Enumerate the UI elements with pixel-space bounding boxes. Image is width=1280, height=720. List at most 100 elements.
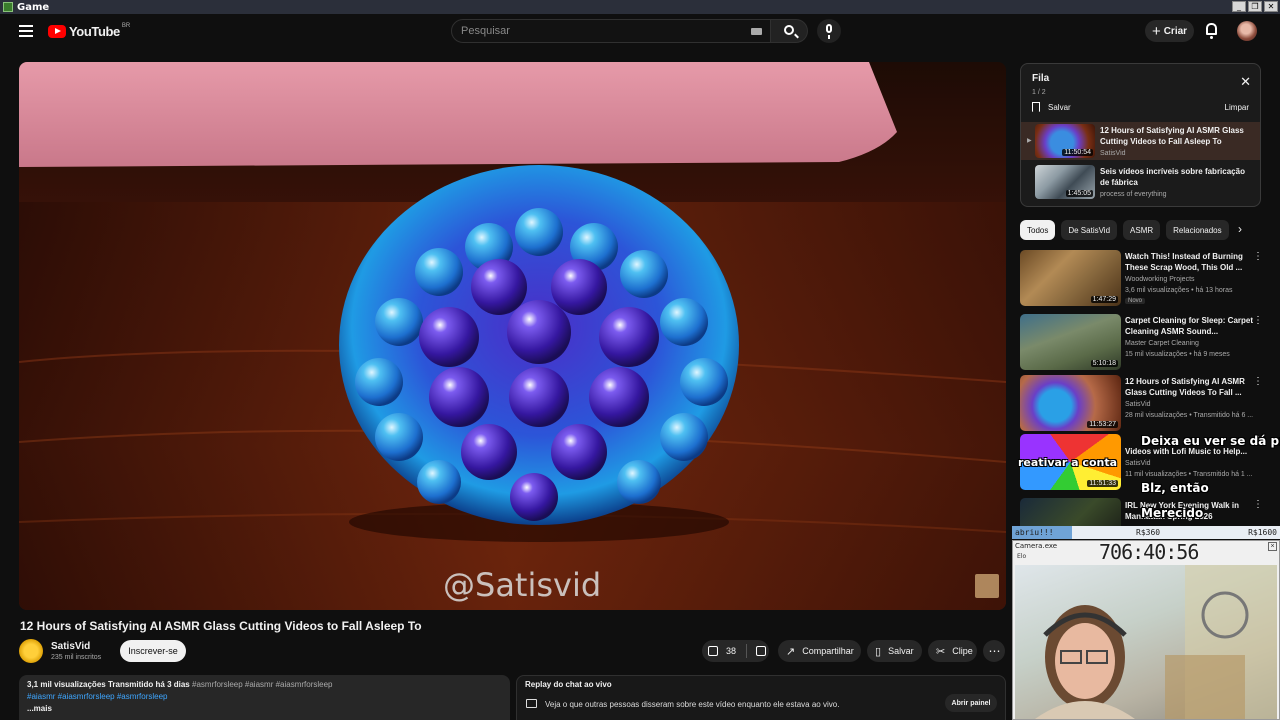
more-actions-button[interactable]: ⋯ bbox=[983, 640, 1005, 662]
app-icon bbox=[3, 2, 13, 12]
duration-badge: 11:51:33 bbox=[1087, 480, 1118, 487]
queue-item[interactable]: 1:45:05 Seis vídeos incríveis sobre fabr… bbox=[1021, 163, 1260, 201]
close-icon[interactable]: × bbox=[1268, 542, 1277, 551]
queue-thumbnail: 1:45:05 bbox=[1035, 165, 1095, 199]
bookmark-icon bbox=[1032, 102, 1040, 112]
open-panel-button[interactable]: Abrir painel bbox=[945, 694, 997, 712]
new-badge: Novo bbox=[1125, 298, 1146, 304]
microphone-icon bbox=[826, 24, 832, 39]
recommendation-meta: 3,6 mil visualizações • há 13 horas bbox=[1125, 287, 1233, 294]
voice-search-button[interactable] bbox=[817, 19, 841, 43]
video-watermark: @Satisvid bbox=[443, 566, 602, 604]
streamed-date: Transmitido há 3 dias bbox=[107, 680, 190, 689]
like-icon[interactable] bbox=[708, 646, 718, 656]
recommendation-title: 12 Hours of Satisfying AI ASMR Glass Cut… bbox=[1125, 377, 1245, 397]
save-label: Salvar bbox=[888, 646, 914, 656]
search-button[interactable] bbox=[771, 19, 808, 43]
queue-item-channel: SatisVid bbox=[1100, 150, 1126, 157]
duration-badge: 5:10:18 bbox=[1090, 360, 1118, 367]
recommendation-meta: 11 mil visualizações • Transmitido há 1 … bbox=[1125, 471, 1253, 478]
chip-related[interactable]: Relacionados bbox=[1166, 220, 1229, 240]
recommendation-item[interactable]: 1:47:29 Watch This! Instead of Burning T… bbox=[1020, 250, 1270, 306]
keyboard-icon[interactable] bbox=[751, 28, 762, 35]
duration-badge: 11:53:27 bbox=[1087, 421, 1118, 428]
recommendation-channel: Master Carpet Cleaning bbox=[1125, 340, 1199, 347]
queue-title: Fila bbox=[1032, 73, 1050, 84]
chip-from-channel[interactable]: De SatisVid bbox=[1061, 220, 1118, 240]
share-button[interactable]: ↗ Compartilhar bbox=[778, 640, 861, 662]
queue-clear-button[interactable]: Limpar bbox=[1225, 103, 1249, 112]
hamburger-menu-icon[interactable] bbox=[19, 25, 33, 37]
recommendation-title: Carpet Cleaning for Sleep: Carpet Cleani… bbox=[1125, 316, 1254, 336]
queue-save-label: Salvar bbox=[1048, 102, 1071, 112]
close-button[interactable]: ✕ bbox=[1264, 1, 1278, 12]
webcam-window: Camera.exe Elo × bbox=[1012, 540, 1280, 720]
chevron-right-icon[interactable]: › bbox=[1238, 222, 1242, 236]
filter-chips: Todos De SatisVid ASMR Relacionados bbox=[1020, 220, 1229, 240]
channel-name[interactable]: SatisVid bbox=[51, 641, 90, 652]
save-button[interactable]: ▯ Salvar bbox=[867, 640, 922, 662]
video-thumbnail: 11:53:27 bbox=[1020, 375, 1121, 431]
close-icon[interactable]: ✕ bbox=[1240, 75, 1251, 88]
donation-goal-bar: abriu!!! R$360 R$1600 bbox=[1012, 526, 1280, 539]
webcam-image bbox=[1035, 565, 1277, 719]
view-count: 3,1 mil visualizações bbox=[27, 680, 106, 689]
clip-button[interactable]: ✂ Clipe bbox=[928, 640, 977, 662]
webcam-window-title: Camera.exe bbox=[1015, 542, 1058, 550]
hashtags[interactable]: #aiasmr #aiasmrforsleep #asmrforsleep bbox=[27, 691, 502, 703]
more-options-icon[interactable]: ⋮ bbox=[1253, 376, 1263, 387]
dislike-icon[interactable] bbox=[756, 646, 767, 656]
youtube-play-icon bbox=[48, 25, 66, 38]
recommendation-meta: 15 mil visualizações • há 9 meses bbox=[1125, 351, 1230, 358]
notifications-bell-icon[interactable] bbox=[1206, 23, 1217, 39]
search-input[interactable] bbox=[461, 25, 741, 37]
queue-thumbnail: 11:50:54 bbox=[1035, 124, 1095, 158]
channel-branding-icon[interactable] bbox=[975, 574, 999, 598]
duration-badge: 1:45:05 bbox=[1065, 190, 1093, 197]
divider bbox=[746, 644, 748, 658]
stream-overlay-message: Deixa eu ver se dá pra bbox=[1141, 434, 1280, 448]
recommendation-title: Watch This! Instead of Burning These Scr… bbox=[1125, 252, 1243, 272]
more-options-icon[interactable]: ⋮ bbox=[1253, 251, 1263, 262]
queue-save-button[interactable]: Salvar bbox=[1032, 102, 1071, 112]
channel-avatar[interactable] bbox=[19, 639, 43, 663]
subscribe-button[interactable]: Inscrever-se bbox=[120, 640, 186, 662]
clip-label: Clipe bbox=[952, 646, 973, 656]
description-tags[interactable]: #asmrforsleep #aiasmr #aiasmrforsleep bbox=[192, 680, 333, 689]
share-label: Compartilhar bbox=[802, 646, 854, 656]
maximize-button[interactable]: ❐ bbox=[1248, 1, 1262, 12]
chip-all[interactable]: Todos bbox=[1020, 220, 1056, 240]
video-thumbnail bbox=[1020, 498, 1121, 526]
video-frame bbox=[19, 62, 1006, 610]
recommendation-item[interactable]: 11:53:27 12 Hours of Satisfying AI ASMR … bbox=[1020, 375, 1270, 431]
goal-mid-value: R$360 bbox=[1136, 528, 1161, 537]
youtube-logo[interactable]: YouTube BR bbox=[48, 23, 130, 39]
recommendation-channel: Woodworking Projects bbox=[1125, 276, 1195, 283]
scissors-icon: ✂ bbox=[936, 645, 946, 658]
more-options-icon[interactable]: ⋮ bbox=[1253, 499, 1263, 510]
create-label: Criar bbox=[1163, 25, 1188, 37]
search-box bbox=[451, 19, 771, 43]
account-avatar[interactable] bbox=[1237, 21, 1257, 41]
os-window-controls: _ ❐ ✕ bbox=[1232, 1, 1278, 12]
create-button[interactable]: + Criar bbox=[1145, 20, 1194, 42]
chip-asmr[interactable]: ASMR bbox=[1123, 220, 1161, 240]
like-count[interactable]: 38 bbox=[726, 646, 736, 656]
queue-item-title: 12 Hours of Satisfying AI ASMR Glass Cut… bbox=[1100, 126, 1244, 146]
description-box[interactable]: 3,1 mil visualizações Transmitido há 3 d… bbox=[19, 675, 510, 720]
goal-target: R$1600 bbox=[1248, 528, 1277, 537]
queue-panel: Fila 1 / 2 ✕ Salvar Limpar ▶ 11:50:54 12… bbox=[1020, 63, 1261, 207]
minimize-button[interactable]: _ bbox=[1232, 1, 1246, 12]
share-icon: ↗ bbox=[786, 645, 796, 658]
recommendation-item[interactable]: 5:10:18 Carpet Cleaning for Sleep: Carpe… bbox=[1020, 314, 1270, 370]
subscriber-count: 235 mil inscritos bbox=[51, 654, 102, 661]
stream-overlay-message: Merecido bbox=[1141, 506, 1204, 520]
show-more-link[interactable]: ...mais bbox=[27, 703, 502, 715]
queue-item[interactable]: ▶ 11:50:54 12 Hours of Satisfying AI ASM… bbox=[1021, 122, 1260, 160]
video-player[interactable]: @Satisvid bbox=[19, 62, 1006, 610]
more-options-icon[interactable]: ⋮ bbox=[1253, 315, 1263, 326]
queue-item-title: Seis vídeos incríveis sobre fabricação d… bbox=[1100, 167, 1245, 187]
duration-badge: 11:50:54 bbox=[1062, 149, 1093, 156]
plus-icon: + bbox=[1151, 22, 1161, 40]
now-playing-icon: ▶ bbox=[1027, 138, 1032, 144]
